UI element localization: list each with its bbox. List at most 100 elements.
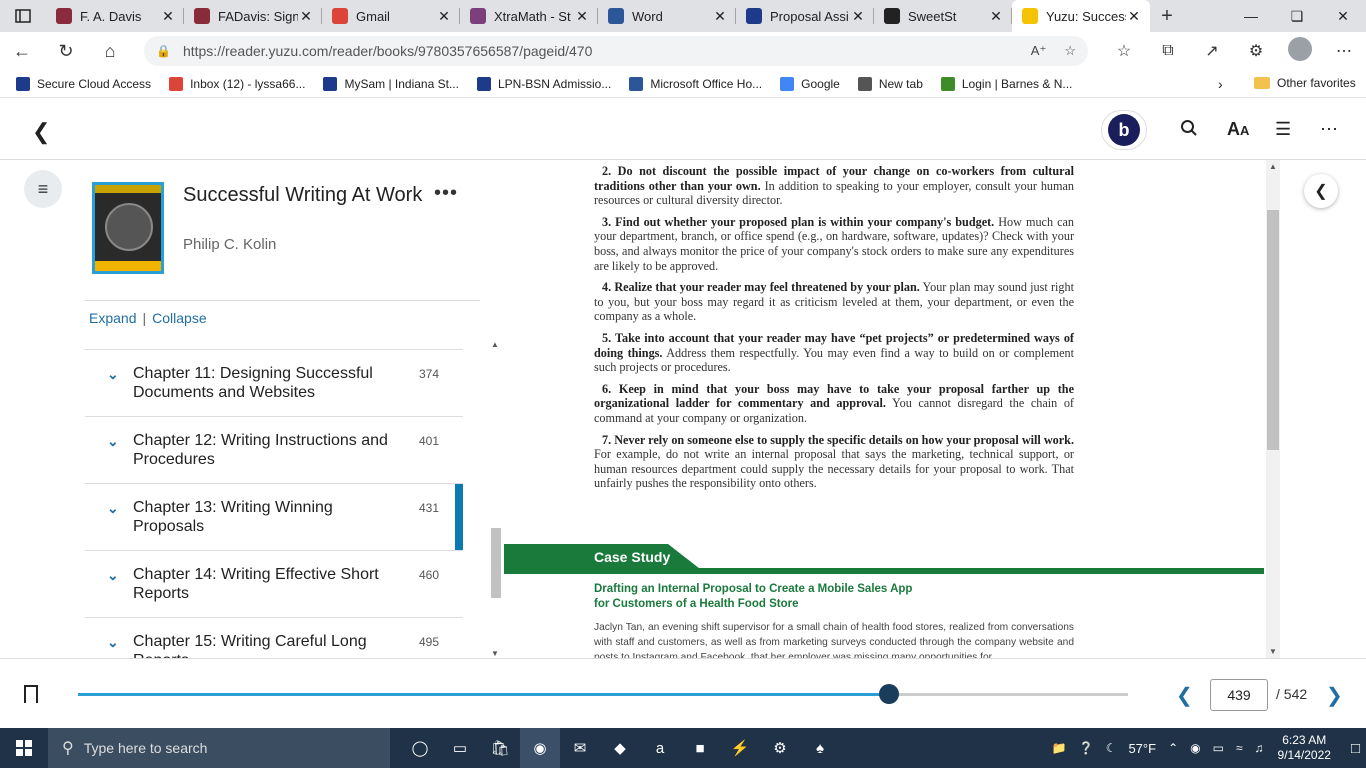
help-icon[interactable]: ❔ bbox=[1079, 741, 1094, 755]
back-icon[interactable]: ← bbox=[0, 32, 44, 70]
page-scrollbar[interactable]: ▲ ▼ bbox=[1266, 160, 1280, 658]
favorite-link[interactable]: Google bbox=[780, 76, 840, 91]
favorite-link[interactable]: MySam | Indiana St... bbox=[323, 76, 459, 91]
favorites-overflow-chevron-icon[interactable]: › bbox=[1218, 76, 1223, 92]
tray-chevron-icon[interactable]: ⌃ bbox=[1168, 741, 1178, 755]
chevron-down-icon[interactable]: ⌄ bbox=[107, 634, 119, 651]
lock-icon[interactable]: 🔒 bbox=[156, 44, 171, 58]
panel-toggle-chevron-icon[interactable]: ❮ bbox=[1304, 174, 1338, 208]
search-icon[interactable] bbox=[1180, 119, 1198, 142]
reader-back-icon[interactable]: ❮ bbox=[32, 119, 50, 145]
chevron-down-icon[interactable]: ⌄ bbox=[107, 366, 119, 383]
browser-tab[interactable]: XtraMath - St ✕ bbox=[460, 0, 598, 32]
browser-tab[interactable]: F. A. Davis ✕ bbox=[46, 0, 184, 32]
tab-close-icon[interactable]: ✕ bbox=[298, 8, 314, 25]
favorite-link[interactable]: Login | Barnes & N... bbox=[940, 76, 1072, 91]
book-more-icon[interactable]: ••• bbox=[434, 182, 458, 205]
scroll-up-icon[interactable]: ▲ bbox=[491, 340, 499, 349]
toc-chapter-label[interactable]: Chapter 12: Writing Instructions and Pro… bbox=[133, 431, 403, 469]
scroll-down-icon[interactable]: ▼ bbox=[491, 649, 499, 658]
toc-chapter-label[interactable]: Chapter 14: Writing Effective Short Repo… bbox=[133, 565, 403, 603]
restore-button[interactable]: ❏ bbox=[1274, 0, 1320, 32]
browser-tab[interactable]: SweetSt ✕ bbox=[874, 0, 1012, 32]
sidebar-menu-icon[interactable]: ≡ bbox=[24, 170, 62, 208]
toc-chapter-item[interactable]: ⌄ Chapter 12: Writing Instructions and Pr… bbox=[85, 417, 463, 484]
new-tab-button[interactable]: + bbox=[1150, 0, 1184, 32]
profile-avatar[interactable] bbox=[1278, 36, 1322, 66]
read-aloud-icon[interactable]: A⁺ bbox=[1031, 43, 1047, 59]
battery-icon[interactable]: ▭ bbox=[1213, 741, 1224, 755]
amazon-icon[interactable]: a bbox=[640, 728, 680, 768]
browser-tab[interactable]: Word ✕ bbox=[598, 0, 736, 32]
scroll-thumb[interactable] bbox=[1267, 210, 1279, 450]
toc-chapter-label[interactable]: Chapter 15: Writing Careful Long Reports bbox=[133, 632, 403, 658]
tab-actions-menu-icon[interactable] bbox=[0, 0, 46, 32]
add-favorite-icon[interactable]: ☆ bbox=[1064, 43, 1076, 59]
edge-icon[interactable]: ◉ bbox=[520, 728, 560, 768]
weather-temp[interactable]: 57°F bbox=[1128, 741, 1156, 756]
file-explorer-icon[interactable]: 📁 bbox=[1052, 741, 1067, 755]
wifi-icon[interactable]: ≈ bbox=[1236, 741, 1243, 755]
browser-tab[interactable]: Proposal Assi ✕ bbox=[736, 0, 874, 32]
toc-chapter-item[interactable]: ⌄ Chapter 14: Writing Effective Short Rep… bbox=[85, 551, 463, 618]
favorite-link[interactable]: LPN-BSN Admissio... bbox=[476, 76, 611, 91]
other-favorites[interactable]: Other favorites bbox=[1254, 76, 1356, 90]
cortana-icon[interactable]: ◯ bbox=[400, 728, 440, 768]
bookmark-icon[interactable] bbox=[24, 685, 38, 703]
game-app-icon[interactable]: ♠ bbox=[800, 728, 840, 768]
sidebar-scrollbar[interactable]: ▲ ▼ bbox=[490, 340, 502, 658]
chevron-down-icon[interactable]: ⌄ bbox=[107, 500, 119, 517]
collapse-link[interactable]: Collapse bbox=[152, 310, 206, 326]
tab-close-icon[interactable]: ✕ bbox=[436, 8, 452, 25]
share-icon[interactable]: ↗ bbox=[1190, 41, 1234, 61]
tab-close-icon[interactable]: ✕ bbox=[850, 8, 866, 25]
more-options-icon[interactable]: ⋯ bbox=[1320, 119, 1338, 140]
home-icon[interactable]: ⌂ bbox=[88, 32, 132, 70]
scroll-down-icon[interactable]: ▼ bbox=[1269, 647, 1277, 656]
browser-tab[interactable]: Gmail ✕ bbox=[322, 0, 460, 32]
chevron-down-icon[interactable]: ⌄ bbox=[107, 567, 119, 584]
expand-link[interactable]: Expand bbox=[89, 310, 136, 326]
previous-page-icon[interactable]: ❮ bbox=[1176, 683, 1193, 708]
favorite-link[interactable]: New tab bbox=[857, 76, 923, 91]
chevron-down-icon[interactable]: ⌄ bbox=[107, 433, 119, 450]
text-size-icon[interactable]: AA bbox=[1227, 119, 1249, 140]
browser-tab[interactable]: FADavis: Sign ✕ bbox=[184, 0, 322, 32]
meet-now-icon[interactable]: ◉ bbox=[1190, 741, 1200, 755]
toc-chapter-item[interactable]: ⌄ Chapter 11: Designing Successful Docume… bbox=[85, 350, 463, 417]
settings-more-icon[interactable]: ⋯ bbox=[1322, 41, 1366, 61]
minimize-button[interactable]: — bbox=[1228, 0, 1274, 32]
extensions-icon[interactable]: ⚙ bbox=[1234, 41, 1278, 61]
tab-close-icon[interactable]: ✕ bbox=[1126, 8, 1142, 25]
windows-start-icon[interactable] bbox=[0, 728, 48, 768]
office-icon[interactable]: ■ bbox=[680, 728, 720, 768]
toc-chapter-item[interactable]: ⌄ Chapter 15: Writing Careful Long Report… bbox=[85, 618, 463, 658]
favorite-link[interactable]: Microsoft Office Ho... bbox=[629, 76, 762, 91]
weather-moon-icon[interactable]: ☾ bbox=[1106, 741, 1117, 755]
favorites-icon[interactable]: ☆ bbox=[1102, 41, 1146, 61]
assistant-badge-button[interactable]: b bbox=[1101, 110, 1147, 150]
favorite-link[interactable]: Inbox (12) - lyssa66... bbox=[169, 76, 305, 91]
progress-knob[interactable] bbox=[878, 684, 899, 704]
mail-icon[interactable]: ✉ bbox=[560, 728, 600, 768]
collections-icon[interactable]: ⧉ bbox=[1146, 42, 1190, 60]
next-page-icon[interactable]: ❯ bbox=[1326, 683, 1343, 708]
toc-chapter-item[interactable]: ⌄ Chapter 13: Writing Winning Proposals 43… bbox=[85, 484, 463, 551]
tab-close-icon[interactable]: ✕ bbox=[712, 8, 728, 25]
tab-close-icon[interactable]: ✕ bbox=[988, 8, 1004, 25]
store-icon[interactable]: 🛍 bbox=[480, 728, 520, 768]
toc-chapter-label[interactable]: Chapter 13: Writing Winning Proposals bbox=[133, 498, 403, 536]
tab-close-icon[interactable]: ✕ bbox=[574, 8, 590, 25]
volume-icon[interactable]: ♫ bbox=[1255, 741, 1264, 755]
toc-chapter-label[interactable]: Chapter 11: Designing Successful Documen… bbox=[133, 364, 403, 402]
scroll-up-icon[interactable]: ▲ bbox=[1269, 162, 1277, 171]
refresh-icon[interactable]: ↻ bbox=[44, 32, 88, 70]
dropbox-icon[interactable]: ◆ bbox=[600, 728, 640, 768]
notifications-icon[interactable]: □ bbox=[1351, 740, 1360, 757]
address-bar[interactable]: 🔒 https://reader.yuzu.com/reader/books/9… bbox=[144, 36, 1088, 66]
favorite-link[interactable]: Secure Cloud Access bbox=[16, 76, 151, 91]
settings-gear-icon[interactable]: ⚙ bbox=[760, 728, 800, 768]
page-number-input[interactable]: 439 bbox=[1210, 679, 1268, 711]
clock[interactable]: 6:23 AM 9/14/2022 bbox=[1278, 733, 1331, 763]
close-window-button[interactable]: ✕ bbox=[1320, 0, 1366, 32]
